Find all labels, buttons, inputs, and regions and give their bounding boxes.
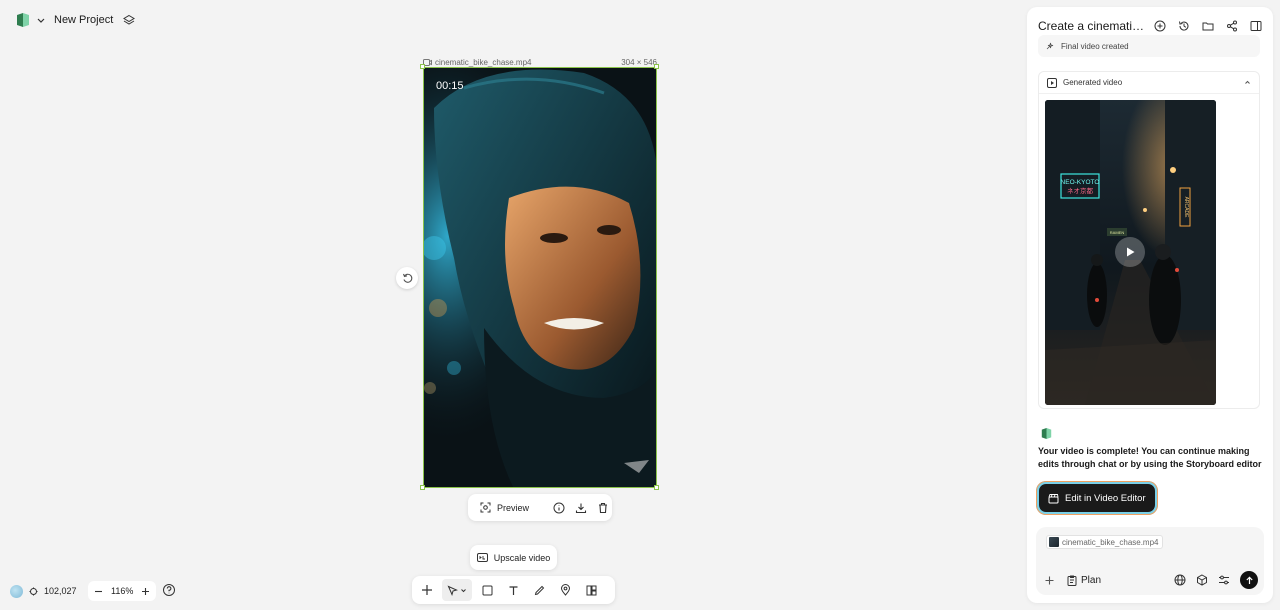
cube-icon[interactable] <box>1196 574 1208 586</box>
attachment-thumbnail <box>1049 537 1059 547</box>
add-tool[interactable] <box>416 579 438 601</box>
generated-video-card: Generated video NEO-KYOTO ネオ京都 ARCADE RA… <box>1038 71 1260 409</box>
send-icon <box>1245 575 1254 585</box>
help-icon[interactable] <box>162 583 178 599</box>
zoom-out-icon[interactable] <box>94 587 103 596</box>
chevron-down-icon <box>460 587 467 594</box>
select-tool[interactable] <box>442 579 472 601</box>
step-status: Final video created <box>1038 35 1260 57</box>
edit-button-label: Edit in Video Editor <box>1065 492 1146 504</box>
trash-icon[interactable] <box>597 502 609 514</box>
video-icon <box>1047 77 1057 88</box>
preview-button[interactable]: Preview <box>476 502 533 513</box>
attachment-name: cinematic_bike_chase.mp4 <box>1062 537 1159 547</box>
clipboard-icon <box>1067 575 1077 586</box>
globe-icon[interactable] <box>1174 574 1186 586</box>
rotate-icon <box>402 273 413 284</box>
sliders-icon[interactable] <box>1218 574 1230 586</box>
layers-icon[interactable] <box>123 14 136 26</box>
pin-tool[interactable] <box>554 579 576 601</box>
logo-icon[interactable] <box>16 12 30 28</box>
project-title[interactable]: New Project <box>54 14 113 26</box>
resize-handle-bl[interactable] <box>420 485 425 490</box>
canvas-video[interactable]: 00:15 <box>423 67 657 488</box>
project-header: New Project <box>16 10 136 30</box>
generated-video-header[interactable]: Generated video <box>1039 72 1259 94</box>
neon-sign-vertical: ARCADE <box>1183 197 1189 219</box>
plus-icon <box>421 584 433 596</box>
edit-in-video-editor-button[interactable]: Edit in Video Editor <box>1037 482 1157 514</box>
preview-label: Preview <box>497 502 530 513</box>
send-button[interactable] <box>1240 571 1258 589</box>
resize-handle-br[interactable] <box>654 485 659 490</box>
history-icon[interactable] <box>1176 18 1192 34</box>
neon-sign-sub: ネオ京都 <box>1067 186 1094 195</box>
neon-sign-main: NEO-KYOTO <box>1061 179 1100 186</box>
chevron-down-icon[interactable] <box>36 15 46 25</box>
preview-icon <box>480 502 491 513</box>
upscale-icon <box>476 553 488 562</box>
pen-tool[interactable] <box>528 579 550 601</box>
composer-actions: Plan <box>1044 570 1258 590</box>
credits-indicator[interactable]: 102,027 <box>10 582 77 600</box>
credits-count: 102,027 <box>44 586 77 596</box>
storyboard-icon <box>586 585 597 596</box>
logo-icon <box>1041 427 1052 440</box>
plan-mode-button[interactable]: Plan <box>1067 575 1101 586</box>
play-button[interactable] <box>1115 237 1145 267</box>
cursor-icon <box>447 585 458 596</box>
clapper-icon <box>1048 493 1059 504</box>
zoom-level[interactable]: 116% <box>111 586 133 596</box>
resize-handle-tr[interactable] <box>654 64 659 69</box>
share-icon[interactable] <box>1224 18 1240 34</box>
folder-icon[interactable] <box>1200 18 1216 34</box>
chat-composer[interactable]: cinematic_bike_chase.mp4 Plan <box>1036 527 1264 595</box>
new-chat-icon[interactable] <box>1152 18 1168 34</box>
credit-icon <box>29 587 38 596</box>
download-icon[interactable] <box>575 502 587 514</box>
canvas-dimensions: 304 × 546 <box>621 57 657 67</box>
chevron-up-icon[interactable] <box>1244 79 1251 86</box>
text-icon <box>508 585 519 596</box>
zoom-in-icon[interactable] <box>141 587 150 596</box>
zoom-control: 116% <box>88 581 157 601</box>
generated-video-thumbnail[interactable]: NEO-KYOTO ネオ京都 ARCADE RAMEN <box>1045 100 1216 405</box>
text-tool[interactable] <box>502 579 524 601</box>
sparkle-icon <box>1046 42 1055 51</box>
chat-title[interactable]: Create a cinematic bike chase video <box>1038 19 1146 33</box>
sidebar-icon[interactable] <box>1248 18 1264 34</box>
neon-sign-small: RAMEN <box>1110 230 1125 235</box>
upscale-label: Upscale video <box>493 552 551 563</box>
canvas-tools-bar <box>412 576 615 604</box>
avatar[interactable] <box>10 584 23 598</box>
upscale-button[interactable]: Upscale video <box>470 545 557 570</box>
video-still <box>424 68 656 487</box>
plus-icon[interactable] <box>1044 575 1055 586</box>
rotate-button[interactable] <box>396 267 418 289</box>
attachment-chip[interactable]: cinematic_bike_chase.mp4 <box>1046 535 1163 549</box>
chat-header: Create a cinematic bike chase video <box>1038 17 1264 35</box>
plan-label: Plan <box>1081 574 1102 586</box>
video-actions-toolbar: Preview <box>468 494 612 521</box>
pen-icon <box>534 585 545 596</box>
chat-panel: Create a cinematic bike chase video Fina… <box>1027 7 1273 603</box>
rectangle-icon <box>482 585 493 596</box>
assistant-message: Your video is complete! You can continue… <box>1038 446 1262 469</box>
pin-icon <box>560 584 571 596</box>
step-label: Final video created <box>1061 41 1129 51</box>
resize-handle-tl[interactable] <box>420 64 425 69</box>
storyboard-tool[interactable] <box>580 579 602 601</box>
info-icon[interactable] <box>553 502 565 514</box>
video-timecode: 00:15 <box>436 80 464 92</box>
canvas-file-name: cinematic_bike_chase.mp4 <box>435 57 532 67</box>
rectangle-tool[interactable] <box>476 579 498 601</box>
generated-video-label: Generated video <box>1063 78 1123 87</box>
